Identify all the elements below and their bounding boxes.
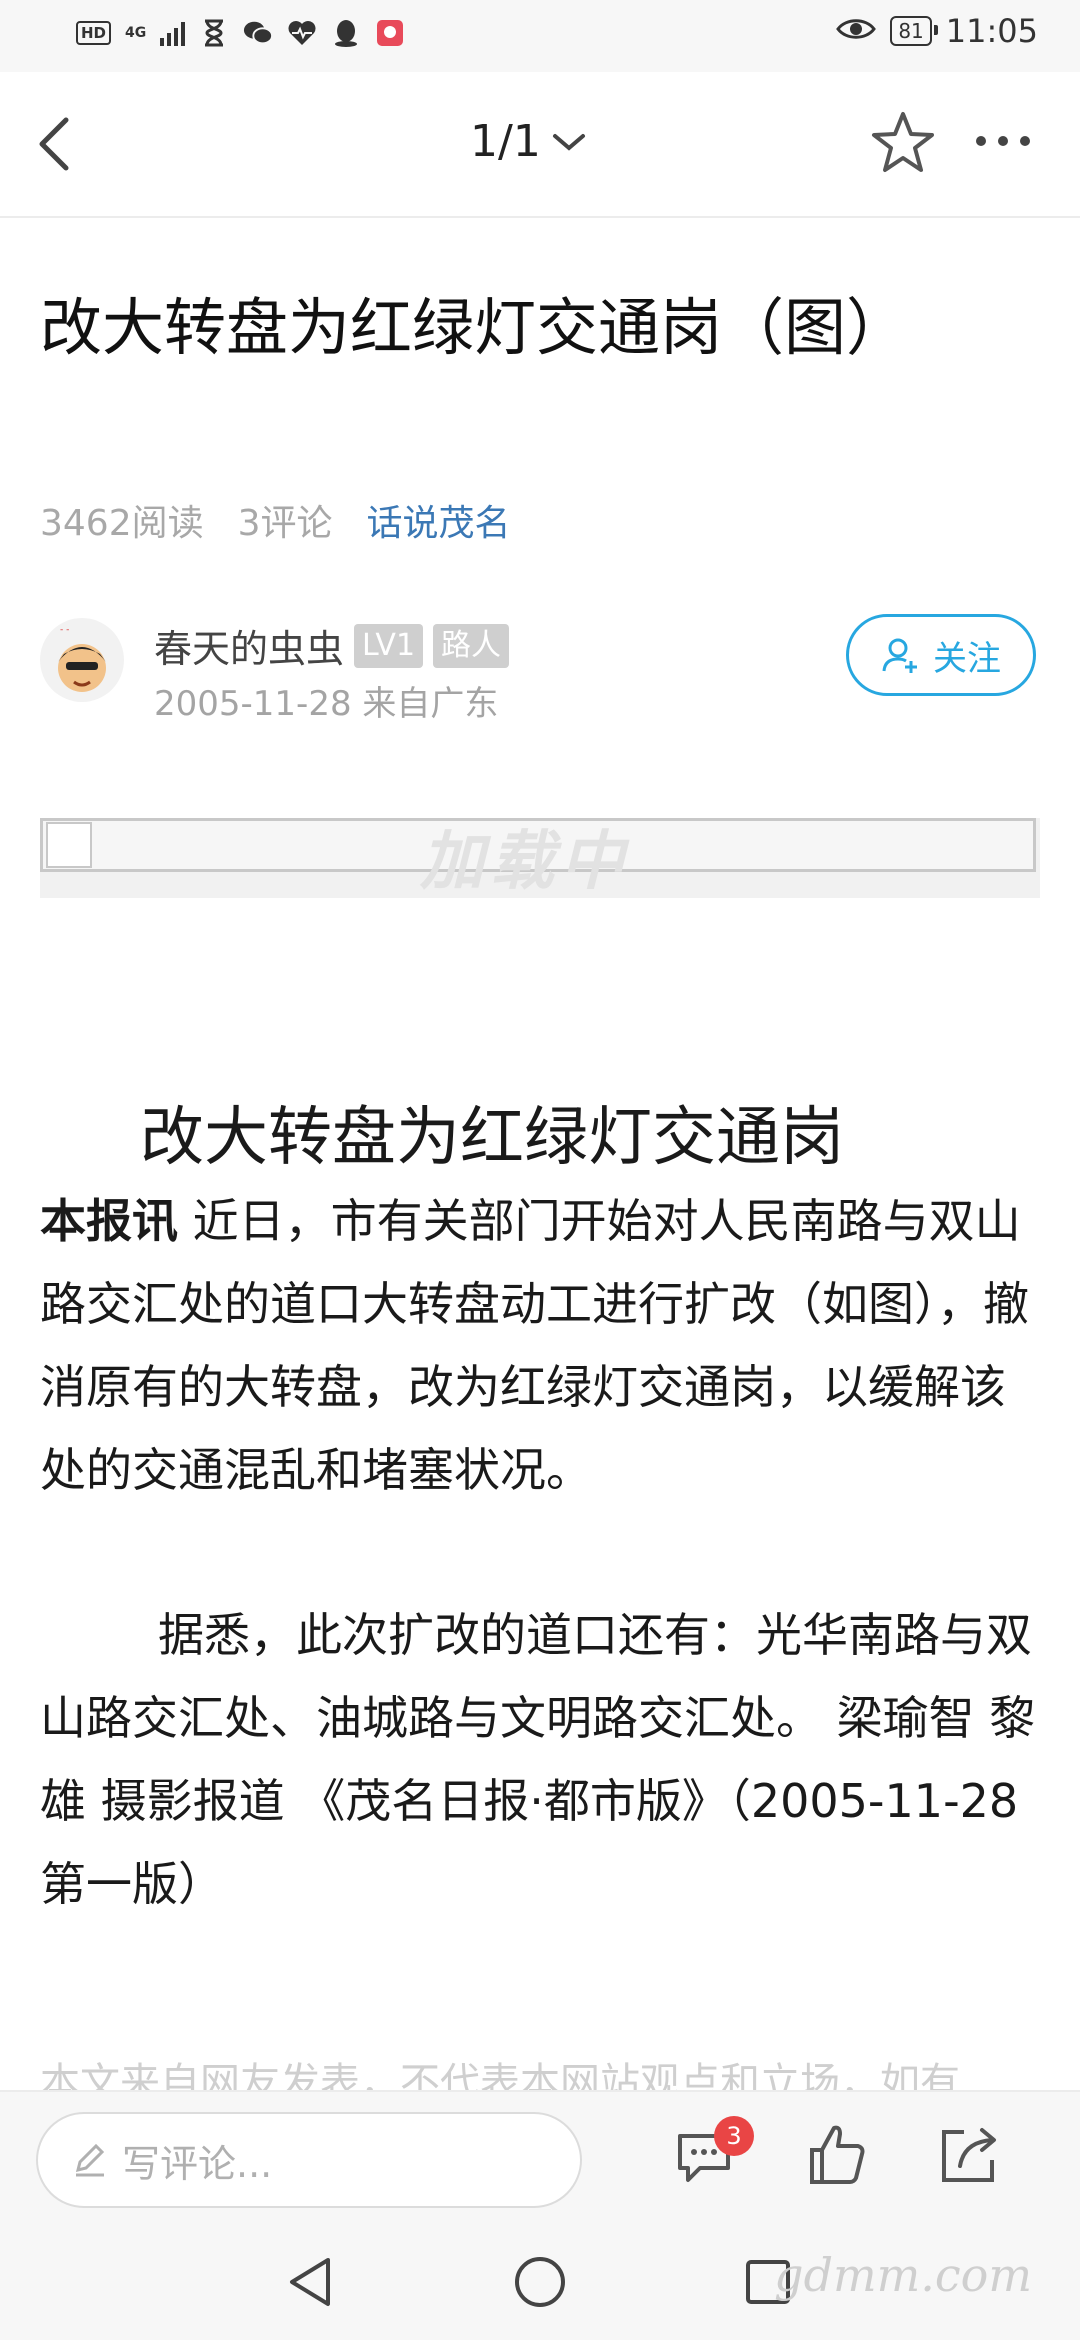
paragraph: 据悉，此次扩改的道口还有：光华南路与双山路交汇处、油城路与文明路交汇处。 梁瑜智… — [40, 1608, 1036, 1911]
loading-text: 加载中 — [420, 825, 630, 899]
network-label: 4G — [125, 25, 147, 41]
level-badge: LV1 — [354, 623, 424, 668]
comment-count-badge: 3 — [714, 2116, 754, 2156]
favorite-button[interactable] — [868, 108, 938, 178]
share-button[interactable] — [934, 2120, 1004, 2190]
author-line: 春天的虫虫 LV1 路人 — [154, 618, 510, 673]
thumbs-up-icon — [810, 2125, 865, 2184]
pencil-icon — [75, 2143, 105, 2177]
follow-button[interactable]: 关注 — [846, 614, 1036, 696]
page-selector[interactable]: 1/1 — [470, 116, 587, 167]
dot — [976, 136, 986, 146]
comment-count: 3评论 — [237, 503, 333, 544]
status-left: HD 4G — [76, 18, 405, 48]
comment-placeholder: 写评论... — [122, 2141, 273, 2186]
read-count: 3462阅读 — [40, 503, 204, 544]
lead-text: 本报讯 — [40, 1194, 178, 1248]
share-icon — [942, 2128, 996, 2182]
author-date-location: 2005-11-28 来自广东 — [154, 684, 499, 724]
chevron-left-icon — [39, 117, 69, 171]
status-bar: HD 4G 81 11:05 — [0, 0, 1080, 72]
dot — [998, 136, 1008, 146]
triangle-back-icon — [290, 2258, 330, 2306]
article-title: 改大转盘为红绿灯交通岗（图） — [40, 291, 909, 364]
top-nav: 1/1 — [0, 72, 1080, 218]
huawei-icon — [375, 18, 405, 48]
back-button[interactable] — [28, 112, 88, 176]
star-icon — [872, 112, 934, 172]
svg-text:- -: - - — [60, 625, 69, 635]
author-name[interactable]: 春天的虫虫 — [154, 618, 344, 673]
clock: 11:05 — [945, 12, 1038, 50]
eye-icon — [836, 12, 877, 50]
hourglass-icon — [199, 18, 229, 48]
add-user-icon — [882, 638, 917, 673]
broken-image-icon — [46, 822, 92, 868]
paragraph-text: 近日，市有关部门开始对人民南路与双山路交汇处的道口大转盘动工进行扩改（如图），撤… — [40, 1194, 1029, 1497]
avatar[interactable]: - - — [40, 618, 124, 702]
wechat-icon — [243, 18, 274, 48]
battery-indicator: 81 — [890, 16, 939, 46]
hd-indicator: HD — [76, 21, 112, 45]
category-link[interactable]: 话说茂名 — [367, 494, 511, 546]
comment-input[interactable]: 写评论... — [36, 2112, 582, 2208]
status-right: 81 11:05 — [836, 12, 1038, 50]
signal-icon — [160, 20, 186, 46]
watermark: gdmm.com — [774, 2248, 1032, 2302]
paragraph: 本报讯 近日，市有关部门开始对人民南路与双山路交汇处的道口大转盘动工进行扩改（如… — [40, 1180, 1040, 1512]
body-title: 改大转盘为红绿灯交通岗 — [140, 1101, 844, 1175]
nav-home-button[interactable] — [512, 2254, 568, 2314]
health-icon — [287, 18, 317, 48]
article-meta: 3462阅读 3评论 话说茂名 — [40, 494, 511, 546]
follow-label: 关注 — [933, 638, 1001, 679]
avatar-image: - - — [58, 625, 106, 692]
dot — [1020, 136, 1030, 146]
role-badge: 路人 — [433, 623, 510, 668]
circle-home-icon — [515, 2257, 565, 2307]
page-indicator: 1/1 — [470, 116, 541, 167]
qq-icon — [331, 18, 361, 48]
more-button[interactable] — [976, 136, 1030, 146]
nav-back-button[interactable] — [284, 2254, 336, 2314]
like-button[interactable] — [802, 2120, 872, 2190]
chevron-down-icon — [552, 133, 585, 151]
